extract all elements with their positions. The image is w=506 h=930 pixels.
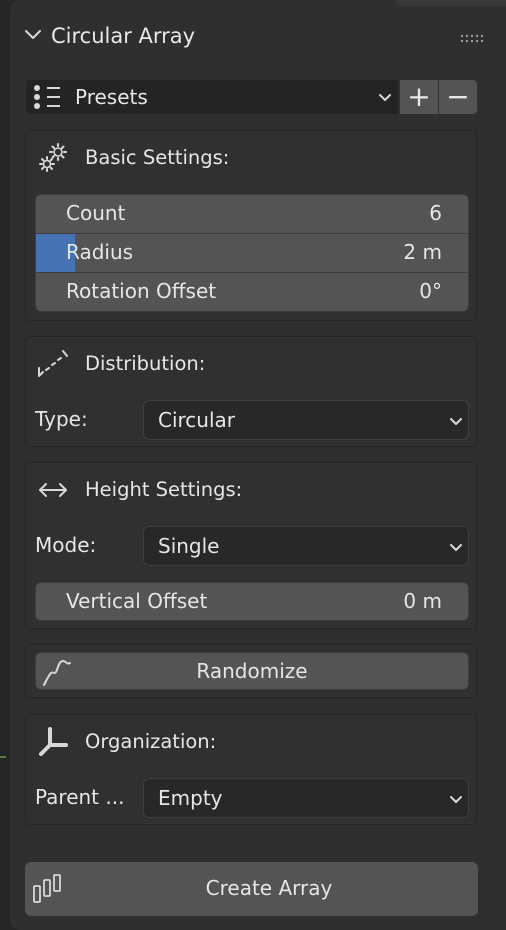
parent-label: Parent ... bbox=[35, 785, 125, 809]
count-label: Count bbox=[66, 201, 126, 225]
vertical-offset-label: Vertical Offset bbox=[66, 589, 208, 613]
height-settings-title: Height Settings: bbox=[85, 478, 243, 501]
parent-value: Empty bbox=[158, 786, 223, 810]
distribution-title: Distribution: bbox=[85, 352, 206, 375]
preset-list-icon bbox=[32, 83, 62, 111]
vertical-offset-field[interactable]: Vertical Offset 0 m bbox=[35, 582, 469, 621]
chevron-down-icon bbox=[448, 539, 464, 555]
radius-value: 2 m bbox=[403, 240, 442, 264]
rotation-offset-label: Rotation Offset bbox=[66, 279, 217, 303]
count-value: 6 bbox=[429, 201, 442, 225]
mode-label: Mode: bbox=[35, 533, 97, 557]
collapse-chevron-icon[interactable] bbox=[24, 26, 42, 44]
presets-label: Presets bbox=[75, 85, 148, 109]
radius-label: Radius bbox=[66, 240, 134, 264]
create-array-label: Create Array bbox=[205, 876, 333, 900]
randomize-label: Randomize bbox=[196, 659, 308, 683]
vertical-offset-value: 0 m bbox=[403, 589, 442, 613]
mode-value: Single bbox=[158, 534, 220, 558]
type-value: Circular bbox=[158, 408, 236, 432]
type-label: Type: bbox=[35, 407, 88, 431]
rotation-offset-field[interactable]: Rotation Offset 0° bbox=[36, 273, 468, 311]
radius-field[interactable]: Radius 2 m bbox=[36, 234, 468, 272]
basic-fields: Count 6 Radius 2 m Rotation Offset 0° bbox=[35, 194, 469, 312]
randomize-button[interactable]: Randomize bbox=[35, 652, 469, 690]
panel-top-edge bbox=[395, 0, 506, 6]
distribution-icon bbox=[37, 348, 69, 380]
type-dropdown[interactable]: Circular bbox=[143, 400, 469, 440]
vertical-offset-row: Vertical Offset 0 m bbox=[36, 583, 468, 620]
parent-dropdown[interactable]: Empty bbox=[143, 778, 469, 818]
drag-grip-icon[interactable] bbox=[460, 30, 484, 43]
arrows-horizontal-icon bbox=[37, 476, 69, 504]
add-preset-button[interactable]: + bbox=[400, 80, 438, 114]
chevron-down-icon bbox=[448, 413, 464, 429]
empty-axes-icon bbox=[37, 726, 69, 758]
randomize-curve-icon bbox=[41, 655, 71, 687]
chevron-down-icon bbox=[448, 791, 464, 807]
remove-preset-button[interactable]: − bbox=[439, 80, 477, 114]
count-field[interactable]: Count 6 bbox=[36, 195, 468, 233]
basic-settings-title: Basic Settings: bbox=[85, 146, 230, 169]
chevron-down-icon bbox=[376, 88, 394, 106]
panel-title[interactable]: Circular Array bbox=[51, 24, 195, 48]
viewport-gizmo-line bbox=[0, 756, 6, 758]
organization-title: Organization: bbox=[85, 730, 217, 753]
mode-dropdown[interactable]: Single bbox=[143, 526, 469, 566]
rotation-offset-value: 0° bbox=[419, 279, 442, 303]
gears-icon bbox=[37, 142, 69, 174]
